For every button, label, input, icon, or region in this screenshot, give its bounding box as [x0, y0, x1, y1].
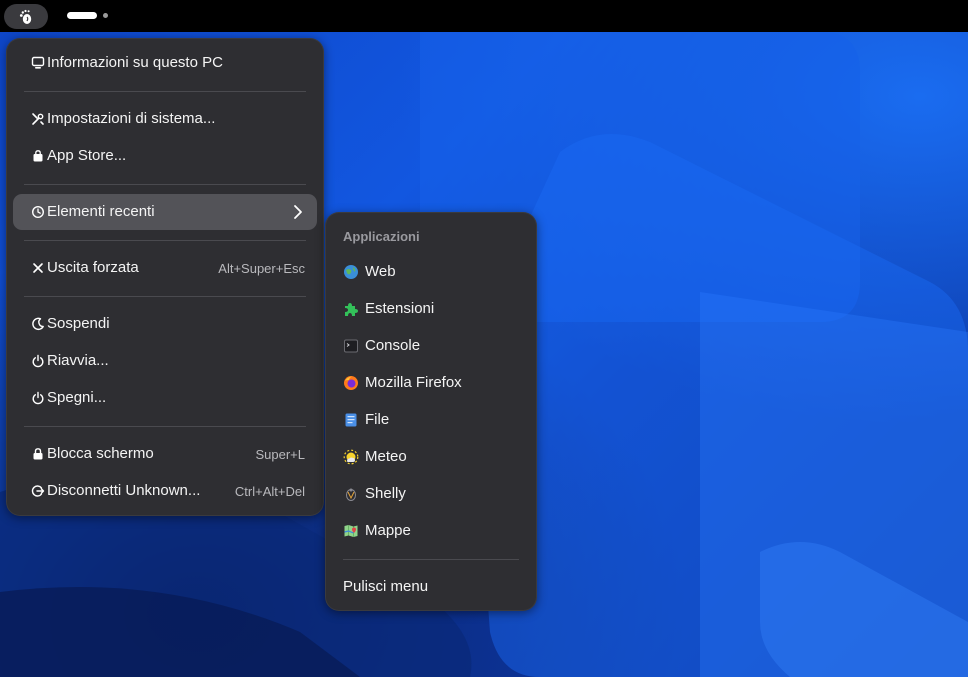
menu-item-label: Informazioni su questo PC [47, 54, 223, 71]
recent-item-label: Estensioni [365, 300, 435, 317]
keyboard-shortcut: Ctrl+Alt+Del [234, 484, 305, 499]
bag-icon [33, 150, 43, 162]
recent-item-label: File [365, 411, 390, 428]
workspace-indicator[interactable] [67, 12, 108, 19]
menu-item-label: Sospendi [47, 315, 110, 332]
keyboard-shortcut: Alt+Super+Esc [218, 261, 305, 276]
top-bar [0, 0, 968, 32]
keyboard-shortcut: Super+L [255, 447, 305, 462]
recent-app-console[interactable]: Console [332, 328, 530, 364]
menu-item-power-off[interactable]: Spegni... [13, 380, 317, 416]
clear-recent-label: Pulisci menu [343, 578, 429, 595]
separator [24, 91, 306, 92]
recent-item-label: Shelly [365, 485, 406, 502]
menu-item-recent[interactable]: Elementi recenti [13, 194, 317, 230]
recent-app-maps[interactable]: Mappe [332, 513, 530, 549]
moon-icon [32, 317, 44, 331]
workspace-active-pill[interactable] [67, 12, 97, 19]
lock-icon [33, 448, 43, 460]
menu-item-app-store[interactable]: App Store... [13, 138, 317, 174]
menu-item-about[interactable]: Informazioni su questo PC [13, 45, 317, 81]
system-menu: Informazioni su questo PC Impostazioni d… [6, 38, 324, 516]
clear-recent-button[interactable]: Pulisci menu [332, 569, 530, 605]
menu-item-label: Blocca schermo [47, 445, 154, 462]
menu-item-lock-screen[interactable]: Blocca schermo Super+L [13, 436, 317, 472]
separator [343, 559, 519, 560]
menu-item-log-out[interactable]: Disconnetti Unknown... Ctrl+Alt+Del [13, 473, 317, 509]
power-icon [32, 354, 44, 368]
shelly-icon [346, 488, 356, 501]
recent-item-label: Mappe [365, 522, 411, 539]
menu-item-settings[interactable]: Impostazioni di sistema... [13, 101, 317, 137]
tools-icon [32, 113, 44, 125]
chevron-right-icon [294, 205, 302, 219]
menu-item-label: Disconnetti Unknown... [47, 482, 201, 499]
recent-app-extensions[interactable]: Estensioni [332, 291, 530, 327]
menu-item-label: Riavvia... [47, 352, 109, 369]
power-icon [32, 391, 44, 405]
recent-app-web[interactable]: Web [332, 254, 530, 290]
files-icon [345, 413, 357, 427]
web-browser-icon [344, 265, 358, 279]
recent-item-label: Console [365, 337, 421, 354]
activities-button[interactable] [4, 4, 48, 29]
recent-app-weather[interactable]: Meteo [332, 439, 530, 475]
recent-item-label: Mozilla Firefox [365, 374, 462, 391]
weather-icon [343, 449, 359, 465]
close-icon [33, 263, 43, 273]
recent-app-files[interactable]: File [332, 402, 530, 438]
recent-item-label: Meteo [365, 448, 407, 465]
menu-item-suspend[interactable]: Sospendi [13, 306, 317, 342]
terminal-icon [344, 339, 358, 353]
recent-app-shelly[interactable]: Shelly [332, 476, 530, 512]
separator [24, 240, 306, 241]
recent-item-label: Web [365, 263, 396, 280]
menu-item-label: Spegni... [47, 389, 107, 406]
menu-item-label: Elementi recenti [47, 203, 155, 220]
separator [24, 426, 306, 427]
recent-items-submenu: Applicazioni Web Estensioni Console Mozi… [325, 212, 537, 611]
workspace-dot[interactable] [103, 13, 108, 18]
puzzle-icon [345, 303, 358, 316]
menu-item-label: Impostazioni di sistema... [47, 110, 216, 127]
recent-app-firefox[interactable]: Mozilla Firefox [332, 365, 530, 401]
menu-item-label: Uscita forzata [47, 259, 139, 276]
section-header: Applicazioni [343, 229, 420, 244]
firefox-icon [344, 376, 358, 390]
maps-icon [344, 525, 358, 537]
separator [24, 184, 306, 185]
monitor-icon [31, 56, 45, 69]
clock-icon [31, 205, 45, 219]
menu-item-restart[interactable]: Riavvia... [13, 343, 317, 379]
separator [24, 296, 306, 297]
menu-item-label: App Store... [47, 147, 127, 164]
menu-item-force-quit[interactable]: Uscita forzata Alt+Super+Esc [13, 250, 317, 286]
logout-icon [31, 485, 45, 497]
gnome-foot-icon [19, 9, 32, 24]
